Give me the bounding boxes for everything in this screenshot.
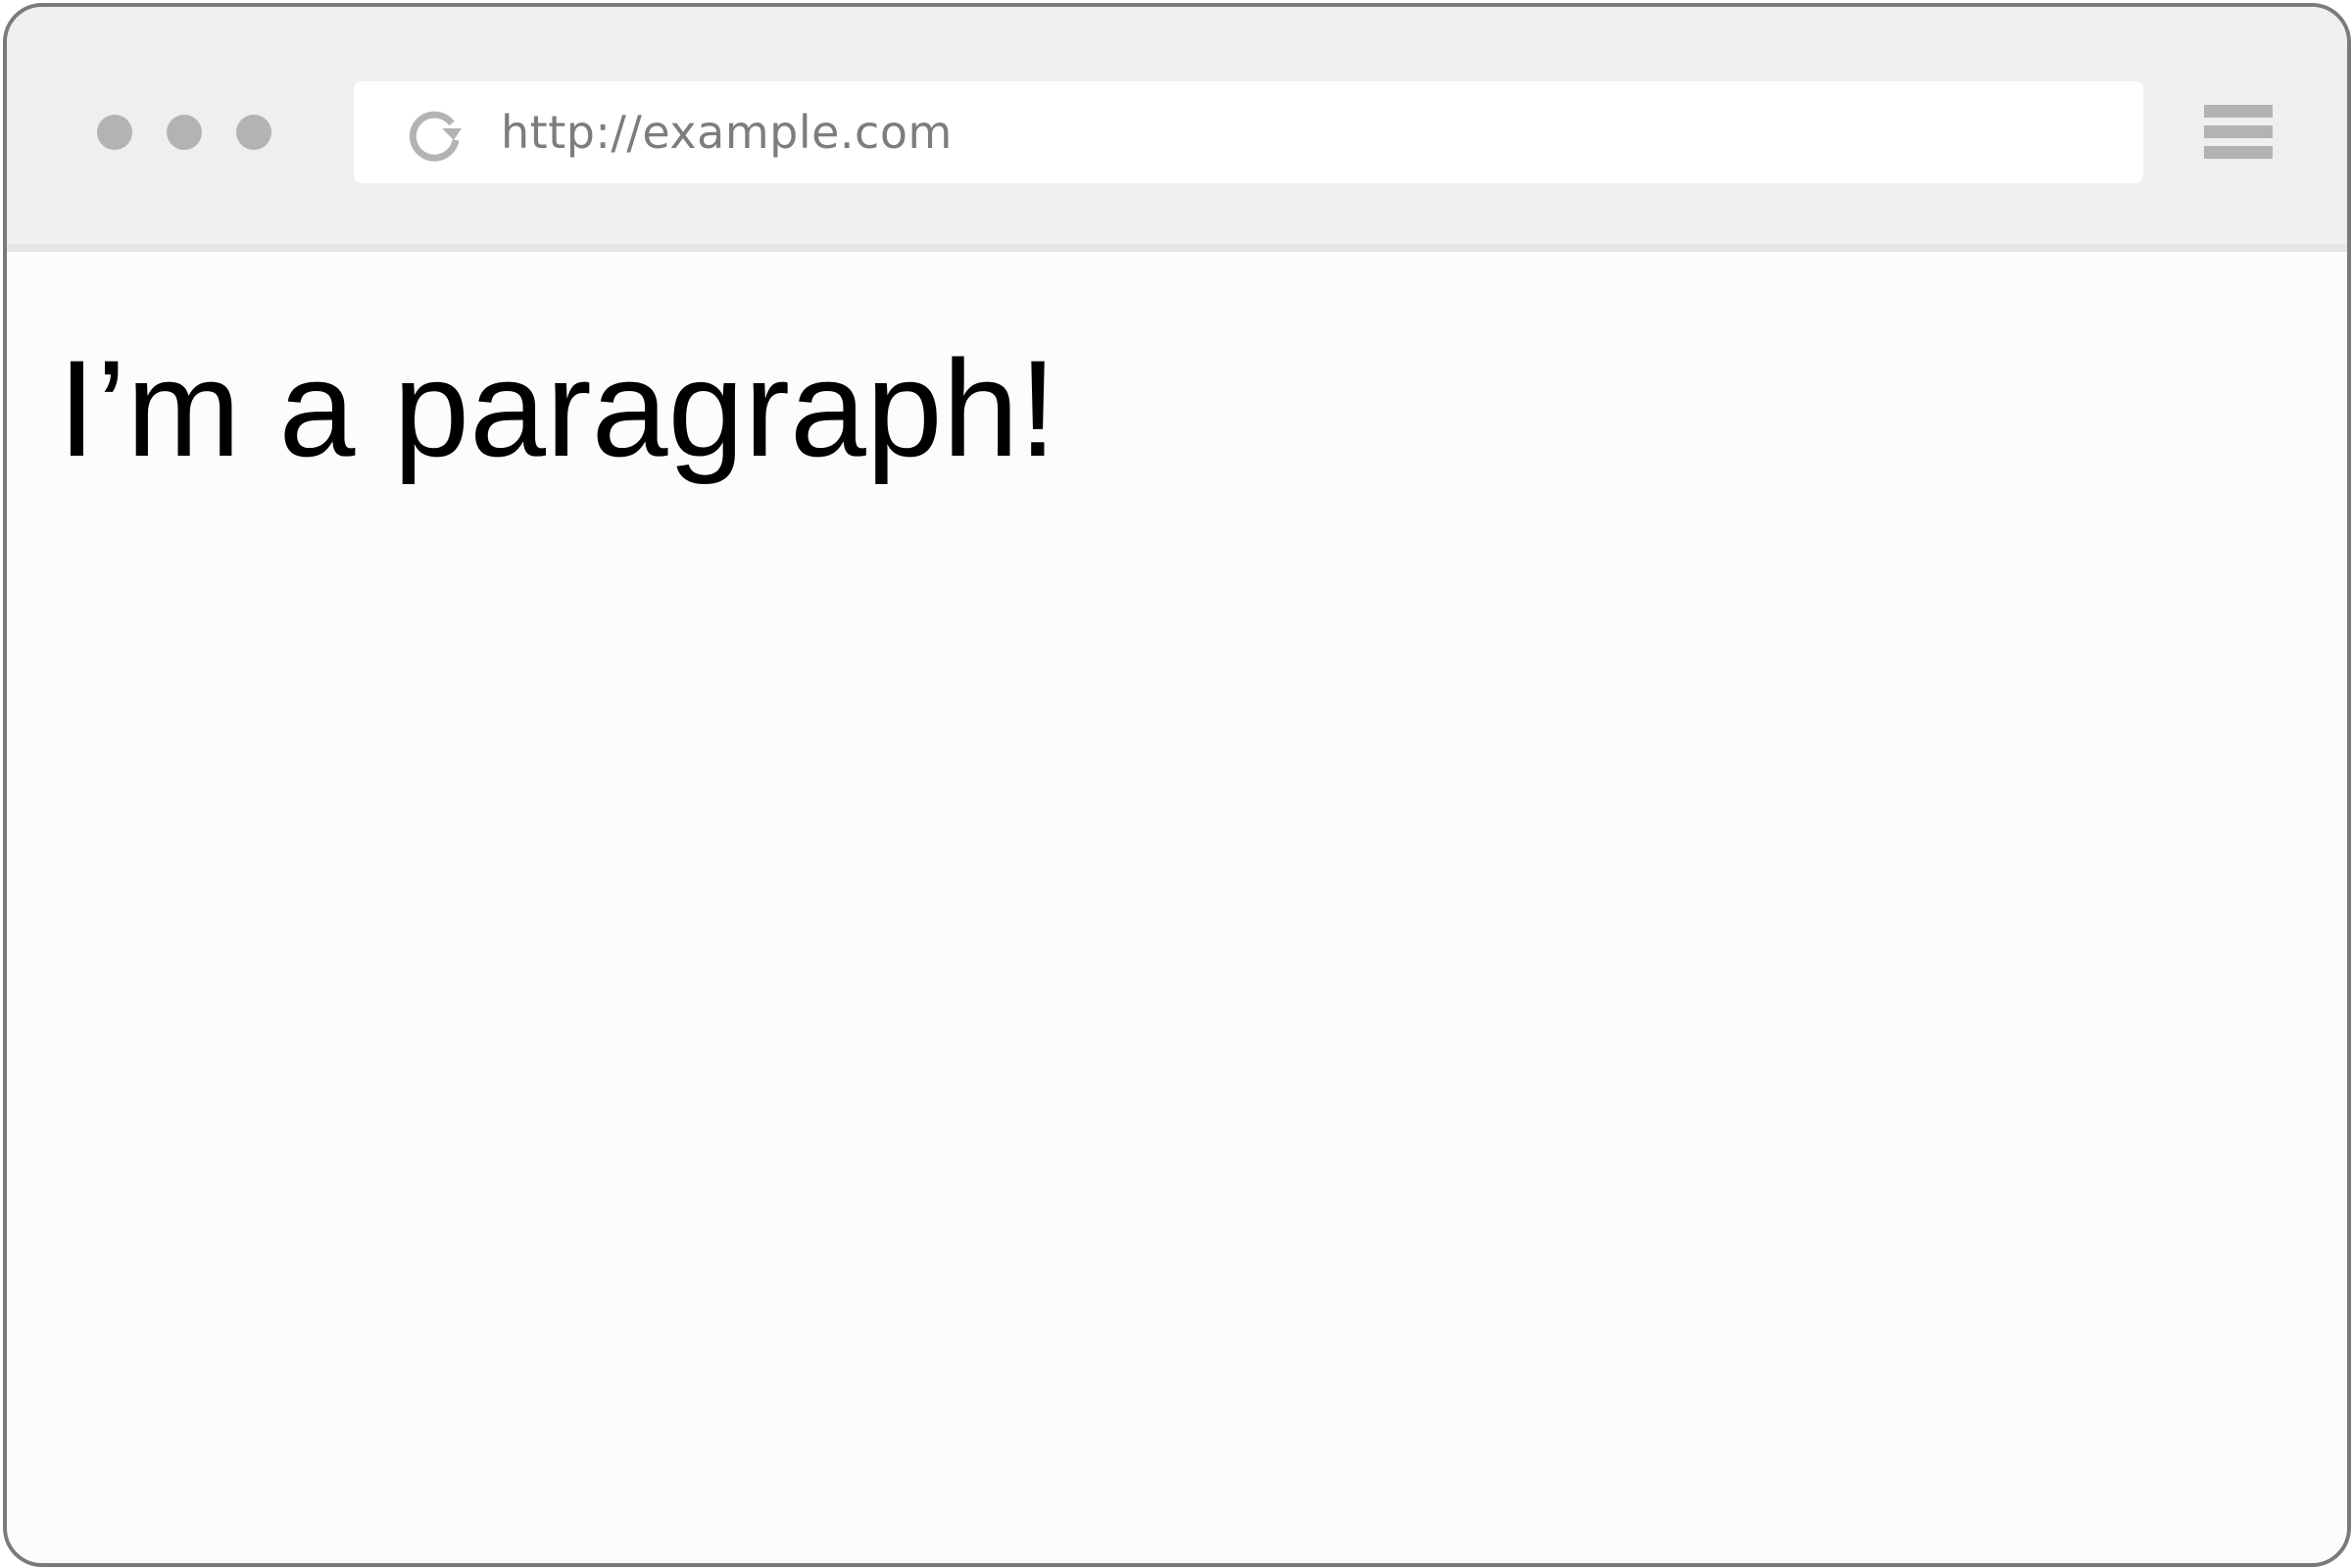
window-dot-icon[interactable] — [97, 115, 132, 150]
menu-bar — [2204, 125, 2273, 138]
menu-bar — [2204, 146, 2273, 159]
page-content: I’m a paragraph! — [7, 252, 2347, 1563]
paragraph: I’m a paragraph! — [58, 331, 1057, 485]
browser-toolbar: http://example.com — [7, 7, 2347, 252]
address-bar[interactable]: http://example.com — [354, 81, 2143, 183]
window-dot-icon[interactable] — [236, 115, 271, 150]
url-text[interactable]: http://example.com — [501, 81, 953, 183]
reload-icon[interactable] — [409, 107, 464, 162]
hamburger-menu-icon[interactable] — [2204, 105, 2273, 162]
browser-window: http://example.com I’m a paragraph! — [3, 3, 2351, 1567]
window-dot-icon[interactable] — [167, 115, 202, 150]
menu-bar — [2204, 105, 2273, 118]
